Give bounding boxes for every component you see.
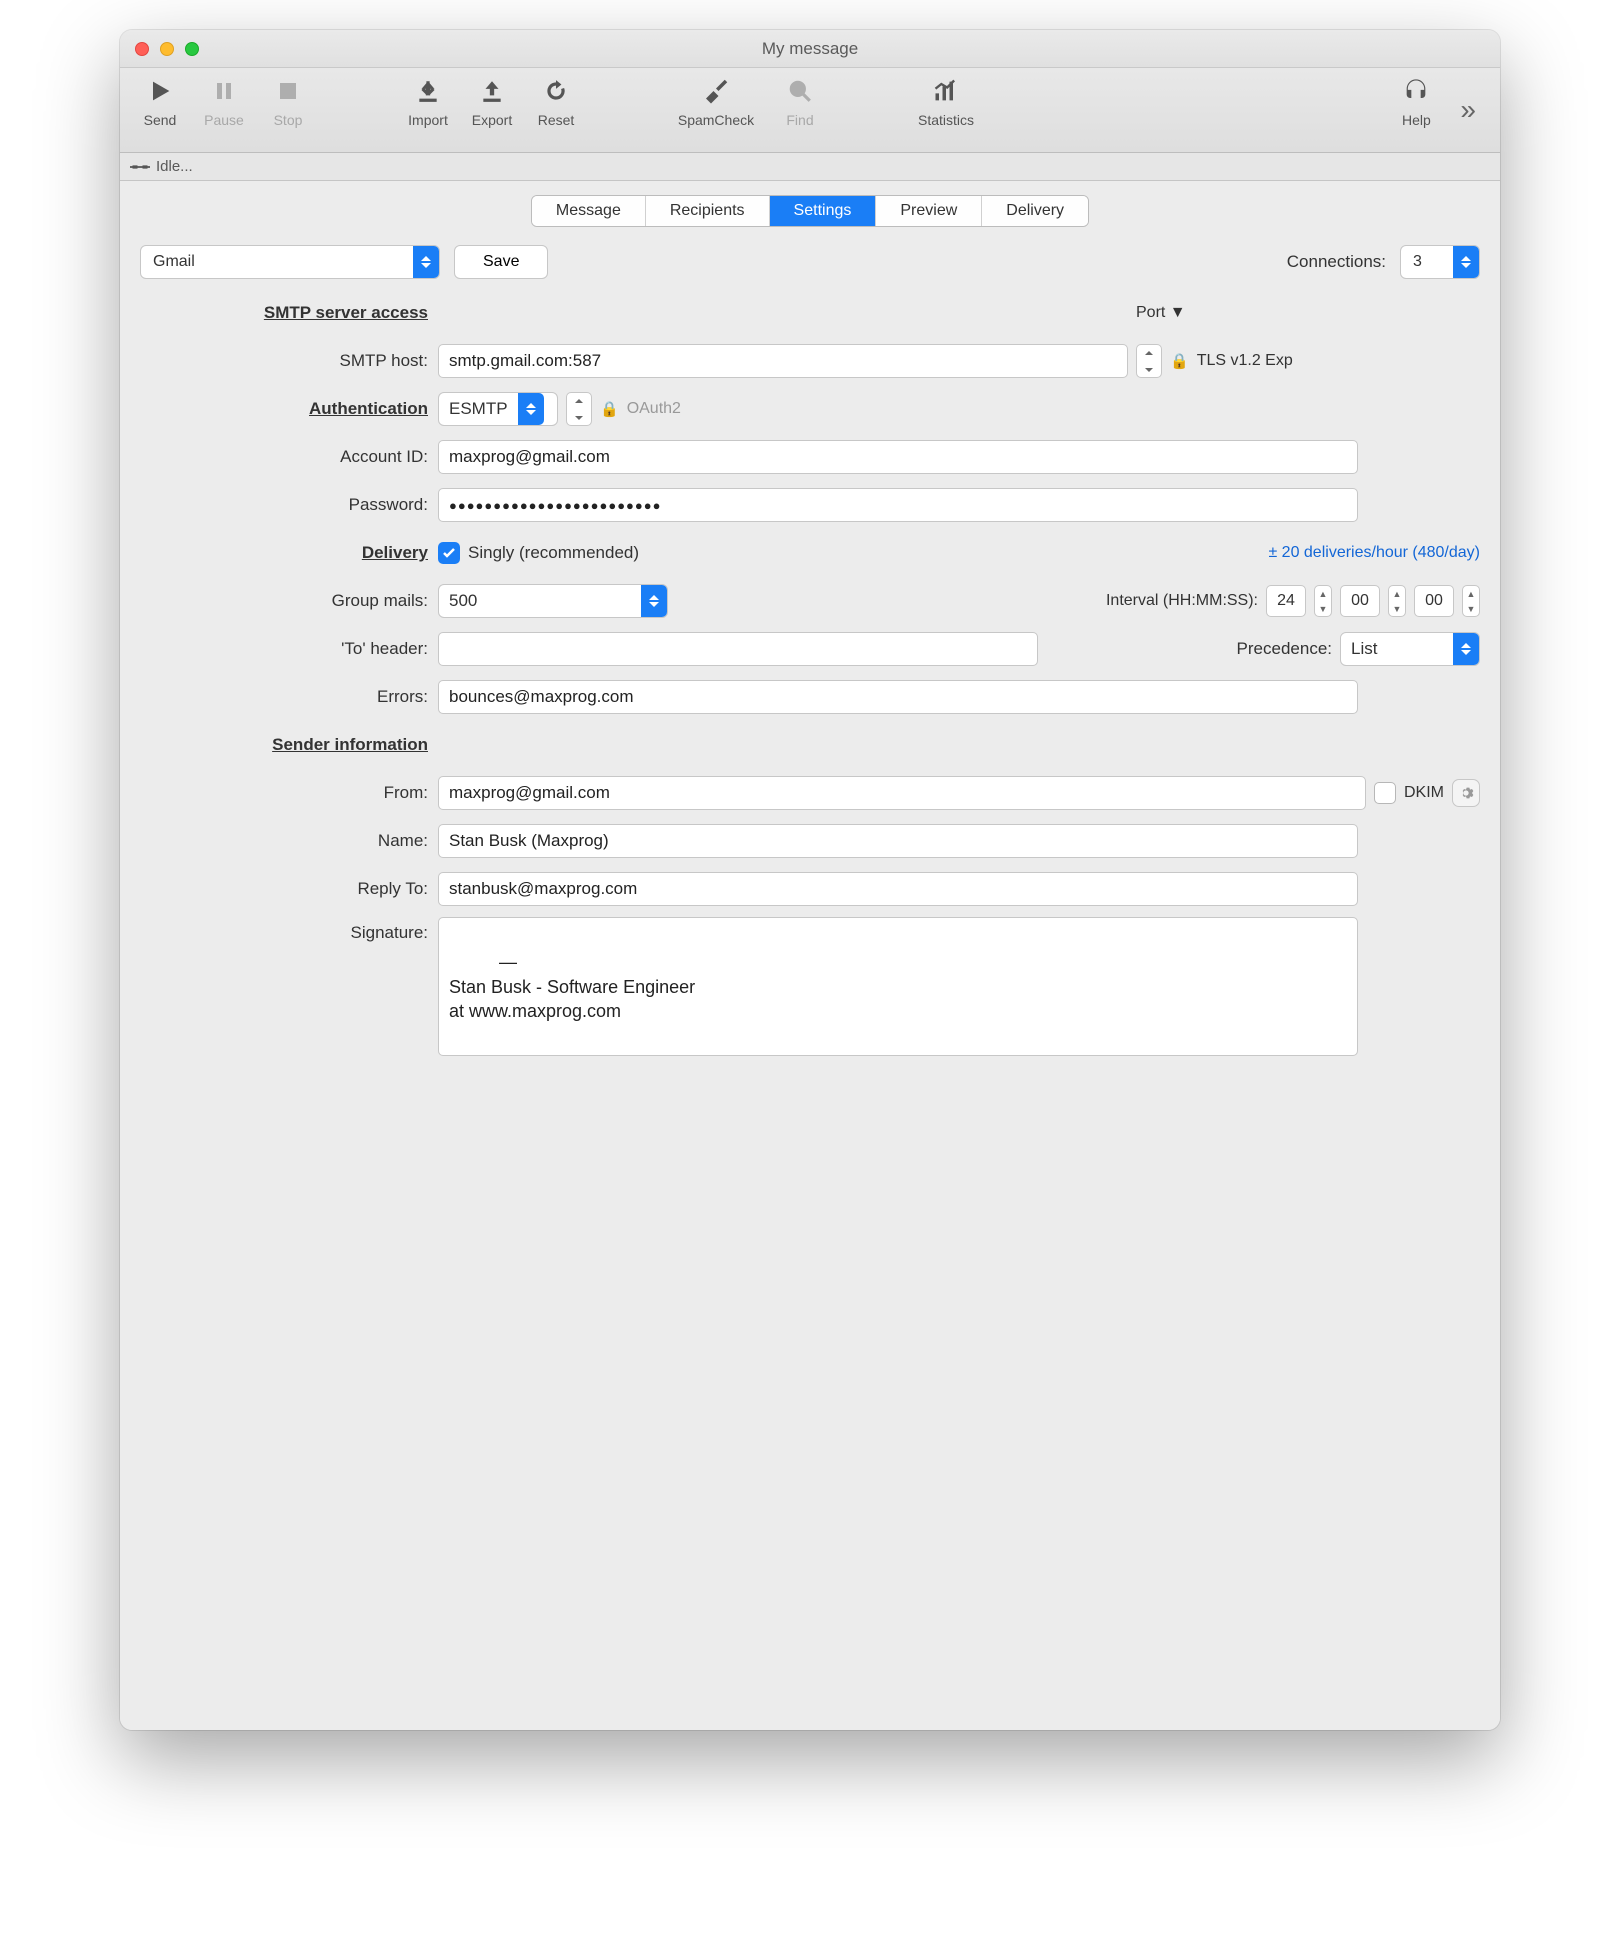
search-icon [783, 74, 817, 108]
pause-button: Pause [194, 70, 254, 150]
gear-icon [1458, 785, 1474, 801]
tab-settings[interactable]: Settings [770, 196, 877, 226]
precedence-label: Precedence: [1237, 639, 1332, 659]
headset-icon [1399, 74, 1433, 108]
chevron-updown-icon [641, 585, 667, 617]
group-mails-label: Group mails: [140, 591, 430, 611]
status-text: Idle... [156, 158, 193, 175]
auth-section-header: Authentication [140, 399, 430, 419]
spamcheck-button[interactable]: SpamCheck [666, 70, 766, 150]
interval-hh-stepper[interactable]: ▲▼ [1314, 585, 1332, 617]
stop-button: Stop [258, 70, 318, 150]
delivery-section-header: Delivery [140, 543, 430, 563]
dkim-label: DKIM [1404, 784, 1444, 802]
window-title: My message [120, 39, 1500, 59]
lock-icon: 🔒 [600, 400, 619, 418]
chevron-updown-icon [413, 246, 439, 278]
account-id-label: Account ID: [140, 447, 430, 467]
to-header-input[interactable] [438, 632, 1038, 666]
auth-extra-stepper[interactable] [566, 392, 592, 426]
import-button[interactable]: Import [398, 70, 458, 150]
to-header-label: 'To' header: [140, 639, 430, 659]
smtp-host-stepper[interactable] [1136, 344, 1162, 378]
play-icon [143, 74, 177, 108]
dkim-settings-button[interactable] [1452, 779, 1480, 807]
singly-label: Singly (recommended) [468, 543, 639, 563]
errors-input[interactable]: bounces@maxprog.com [438, 680, 1358, 714]
help-button[interactable]: Help [1386, 70, 1446, 150]
connections-select[interactable]: 3 [1400, 245, 1480, 279]
group-mails-select[interactable]: 500 [438, 584, 668, 618]
reset-button[interactable]: Reset [526, 70, 586, 150]
tls-label: TLS v1.2 Exp [1197, 352, 1293, 370]
toolbar-overflow-button[interactable]: » [1446, 94, 1490, 126]
send-button[interactable]: Send [130, 70, 190, 150]
tab-message[interactable]: Message [532, 196, 646, 226]
chevron-updown-icon [1453, 633, 1479, 665]
password-input[interactable]: ●●●●●●●●●●●●●●●●●●●●●●●● [438, 488, 1358, 522]
connections-label: Connections: [1287, 252, 1386, 272]
broom-icon [699, 74, 733, 108]
name-label: Name: [140, 831, 430, 851]
interval-hh-input[interactable]: 24 [1266, 585, 1306, 617]
interval-ss-stepper[interactable]: ▲▼ [1462, 585, 1480, 617]
interval-ss-input[interactable]: 00 [1414, 585, 1454, 617]
password-label: Password: [140, 495, 430, 515]
chevron-updown-icon [1453, 246, 1479, 278]
find-button: Find [770, 70, 830, 150]
singly-checkbox[interactable] [438, 542, 460, 564]
stop-icon [271, 74, 305, 108]
export-icon [475, 74, 509, 108]
pause-icon [207, 74, 241, 108]
import-icon [411, 74, 445, 108]
chevron-updown-icon [518, 393, 544, 425]
lock-icon: 🔒 [1170, 352, 1189, 370]
tab-recipients[interactable]: Recipients [646, 196, 770, 226]
tab-bar: Message Recipients Settings Preview Deli… [140, 195, 1480, 227]
toolbar: Send Pause Stop Import [120, 68, 1500, 153]
tab-delivery[interactable]: Delivery [982, 196, 1088, 226]
reply-to-label: Reply To: [140, 879, 430, 899]
errors-label: Errors: [140, 687, 430, 707]
interval-mm-input[interactable]: 00 [1340, 585, 1380, 617]
interval-mm-stepper[interactable]: ▲▼ [1388, 585, 1406, 617]
chart-icon [929, 74, 963, 108]
auth-method-select[interactable]: ESMTP [438, 392, 558, 426]
port-dropdown[interactable]: Port ▼ [1136, 304, 1186, 322]
reset-icon [539, 74, 573, 108]
export-button[interactable]: Export [462, 70, 522, 150]
account-select[interactable]: Gmail [140, 245, 440, 279]
smtp-host-label: SMTP host: [140, 351, 430, 371]
signature-textarea[interactable]: — Stan Busk - Software Engineer at www.m… [438, 917, 1358, 1056]
statistics-button[interactable]: Statistics [910, 70, 982, 150]
tab-preview[interactable]: Preview [876, 196, 982, 226]
account-row: Gmail Save Connections: 3 [140, 245, 1480, 279]
connection-icon [130, 160, 150, 174]
app-window: My message Send Pause Stop [120, 30, 1500, 1730]
name-input[interactable]: Stan Busk (Maxprog) [438, 824, 1358, 858]
oauth2-label: OAuth2 [627, 400, 681, 418]
titlebar: My message [120, 30, 1500, 68]
from-label: From: [140, 783, 430, 803]
sender-section-header: Sender information [140, 735, 430, 755]
precedence-select[interactable]: List [1340, 632, 1480, 666]
save-button[interactable]: Save [454, 245, 548, 279]
smtp-host-input[interactable]: smtp.gmail.com:587 [438, 344, 1128, 378]
status-bar: Idle... [120, 153, 1500, 181]
signature-label: Signature: [140, 917, 430, 943]
reply-to-input[interactable]: stanbusk@maxprog.com [438, 872, 1358, 906]
dkim-checkbox[interactable] [1374, 782, 1396, 804]
from-input[interactable]: maxprog@gmail.com [438, 776, 1366, 810]
smtp-section-header: SMTP server access [140, 303, 430, 323]
account-id-input[interactable]: maxprog@gmail.com [438, 440, 1358, 474]
content-area: Message Recipients Settings Preview Deli… [120, 181, 1500, 1730]
delivery-rate-label: ± 20 deliveries/hour (480/day) [1268, 544, 1480, 562]
interval-label: Interval (HH:MM:SS): [1106, 592, 1258, 610]
